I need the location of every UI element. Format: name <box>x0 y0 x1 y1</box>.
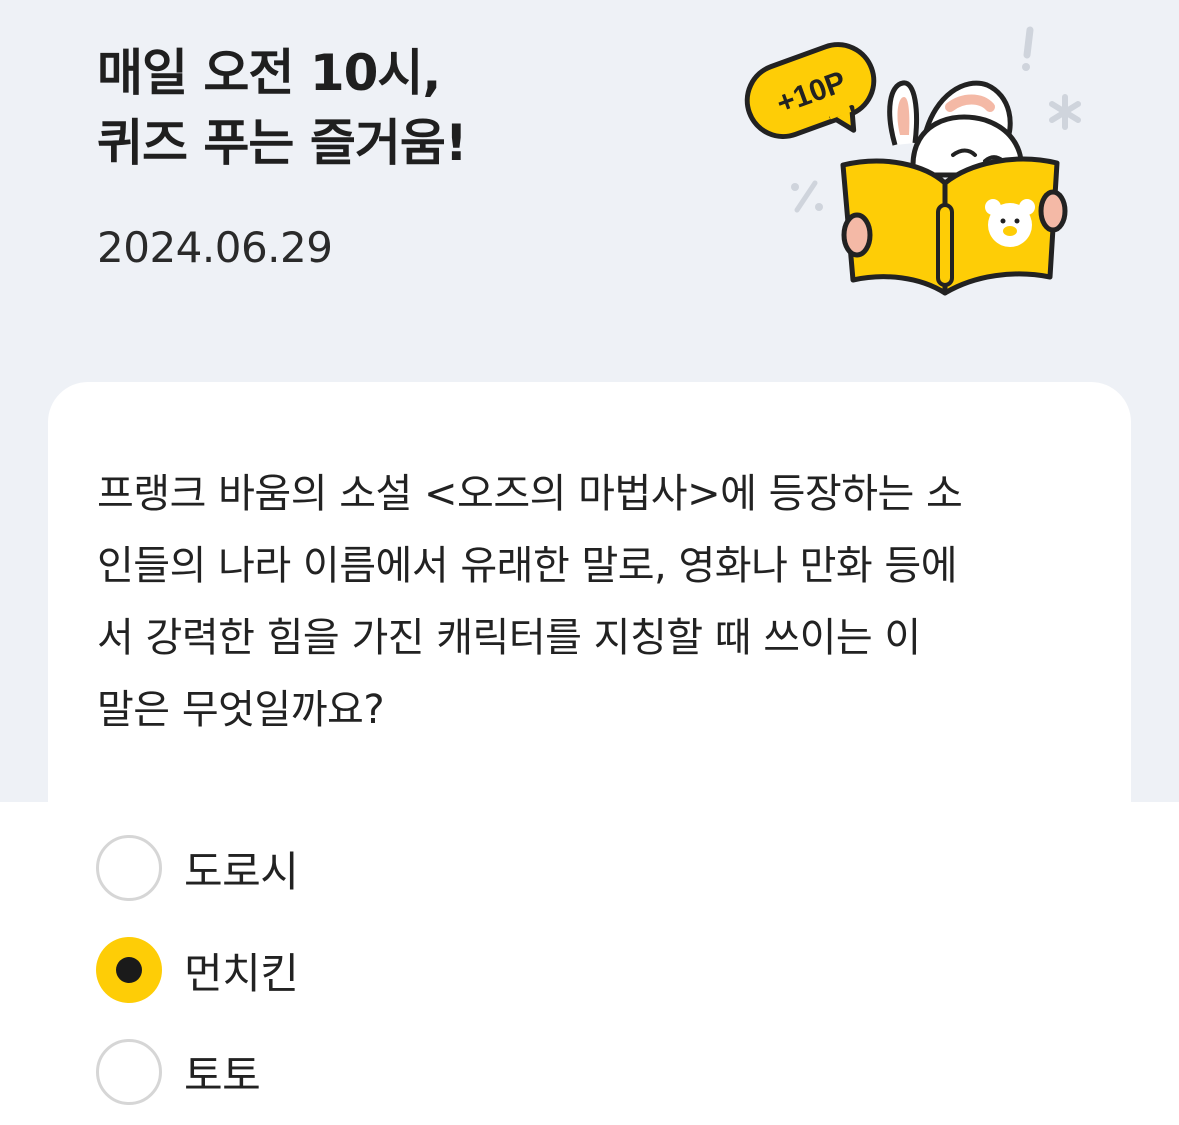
question-line: 말은 무엇일까요? <box>97 687 385 733</box>
bunny-reading-book-illustration: +10P <box>744 26 1081 296</box>
page-title: 매일 오전 10시, 퀴즈 푸는 즐거움! <box>97 38 468 178</box>
radio-selected-icon[interactable] <box>96 937 162 1003</box>
option-label: 도로시 <box>184 846 299 896</box>
option-label: 토토 <box>184 1050 261 1100</box>
option-label: 먼치킨 <box>184 948 299 998</box>
title-line-2: 퀴즈 푸는 즐거움! <box>97 114 468 172</box>
title-line-1: 매일 오전 10시, <box>97 44 441 102</box>
radio-dot <box>116 957 142 983</box>
question-line: 서 강력한 힘을 가진 캐릭터를 지칭할 때 쓰이는 이 <box>97 615 921 661</box>
radio-empty-icon[interactable] <box>96 835 162 901</box>
percent-icon <box>791 180 823 213</box>
quiz-question: 프랭크 바움의 소설 <오즈의 마법사>에 등장하는 소 인들의 나라 이름에서… <box>97 458 1087 746</box>
radio-empty-icon[interactable] <box>96 1039 162 1105</box>
question-line: 인들의 나라 이름에서 유래한 말로, 영화나 만화 등에 <box>97 543 958 589</box>
option-dorothy[interactable]: 도로시 <box>96 832 299 904</box>
book-icon <box>840 156 1060 296</box>
speech-bubble-icon: +10P <box>744 42 877 139</box>
option-munchkin[interactable]: 먼치킨 <box>96 934 299 1006</box>
exclamation-icon <box>1022 26 1034 71</box>
option-toto[interactable]: 토토 <box>96 1036 261 1108</box>
question-line: 프랭크 바움의 소설 <오즈의 마법사>에 등장하는 소 <box>97 471 963 517</box>
asterisk-icon <box>1049 94 1081 130</box>
quiz-date: 2024.06.29 <box>97 223 333 272</box>
